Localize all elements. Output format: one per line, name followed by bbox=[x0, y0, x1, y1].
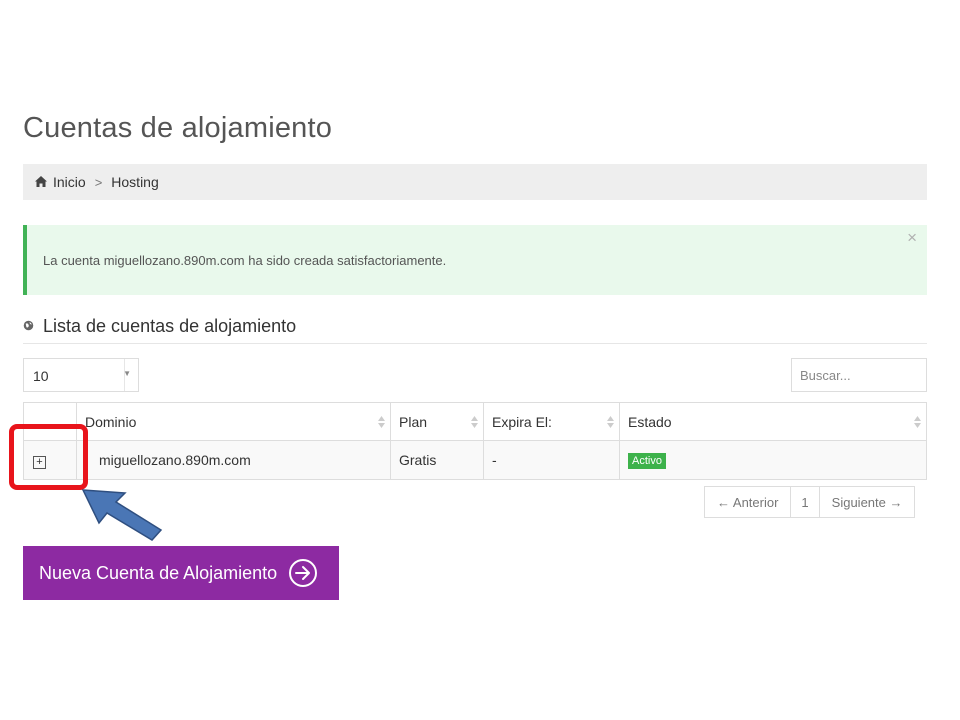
sort-icon bbox=[914, 416, 921, 428]
breadcrumb: Inicio > Hosting bbox=[23, 164, 927, 200]
search-input[interactable] bbox=[791, 358, 927, 392]
column-header-plan[interactable]: Plan bbox=[390, 402, 484, 441]
table-row: + miguellozano.890m.com Gratis - Activo bbox=[23, 440, 927, 480]
expires-cell: - bbox=[483, 440, 620, 480]
pagination-prev-button[interactable]: ← Anterior bbox=[705, 487, 790, 517]
globe-icon bbox=[23, 320, 34, 331]
column-header-plan-label: Plan bbox=[399, 413, 428, 430]
breadcrumb-home-link[interactable]: Inicio bbox=[53, 174, 86, 190]
pagination-next-button[interactable]: Siguiente → bbox=[820, 487, 915, 517]
page-title: Cuentas de alojamiento bbox=[23, 112, 333, 144]
alert-message: La cuenta miguellozano.890m.com ha sido … bbox=[43, 253, 447, 268]
success-alert: La cuenta miguellozano.890m.com ha sido … bbox=[23, 225, 927, 295]
sort-icon bbox=[471, 416, 478, 428]
status-badge: Activo bbox=[628, 453, 666, 469]
column-header-expires[interactable]: Expira El: bbox=[483, 402, 620, 441]
sort-icon bbox=[378, 416, 385, 428]
breadcrumb-separator: > bbox=[94, 174, 103, 190]
column-header-expires-label: Expira El: bbox=[492, 413, 552, 430]
section-title: Lista de cuentas de alojamiento bbox=[23, 316, 927, 344]
hosting-accounts-table: Dominio Plan Expira El: Estado + miguell… bbox=[23, 402, 927, 480]
home-icon bbox=[35, 176, 47, 187]
pointer-arrow-icon bbox=[81, 489, 163, 541]
new-hosting-account-button[interactable]: Nueva Cuenta de Alojamiento bbox=[23, 546, 339, 600]
caret-down-icon: ▼ bbox=[123, 369, 131, 378]
page-length-value: 10 bbox=[33, 368, 49, 384]
sort-icon bbox=[607, 416, 614, 428]
domain-cell: miguellozano.890m.com bbox=[76, 440, 391, 480]
pagination: ← Anterior 1 Siguiente → bbox=[704, 486, 916, 518]
page-length-select[interactable]: 10 ▼ bbox=[23, 358, 139, 392]
arrow-circle-right-icon bbox=[289, 559, 318, 587]
pagination-page-1[interactable]: 1 bbox=[790, 487, 820, 517]
highlight-box bbox=[9, 424, 88, 490]
new-hosting-account-label: Nueva Cuenta de Alojamiento bbox=[39, 562, 278, 583]
column-header-domain[interactable]: Dominio bbox=[76, 402, 391, 441]
status-cell: Activo bbox=[619, 440, 927, 480]
close-icon[interactable]: × bbox=[907, 228, 917, 248]
section-title-text: Lista de cuentas de alojamiento bbox=[43, 316, 297, 336]
column-header-domain-label: Dominio bbox=[85, 413, 137, 430]
plan-cell: Gratis bbox=[390, 440, 484, 480]
column-header-status-label: Estado bbox=[628, 413, 672, 430]
breadcrumb-current: Hosting bbox=[111, 174, 159, 190]
table-header-row: Dominio Plan Expira El: Estado bbox=[23, 402, 927, 441]
column-header-status[interactable]: Estado bbox=[619, 402, 927, 441]
